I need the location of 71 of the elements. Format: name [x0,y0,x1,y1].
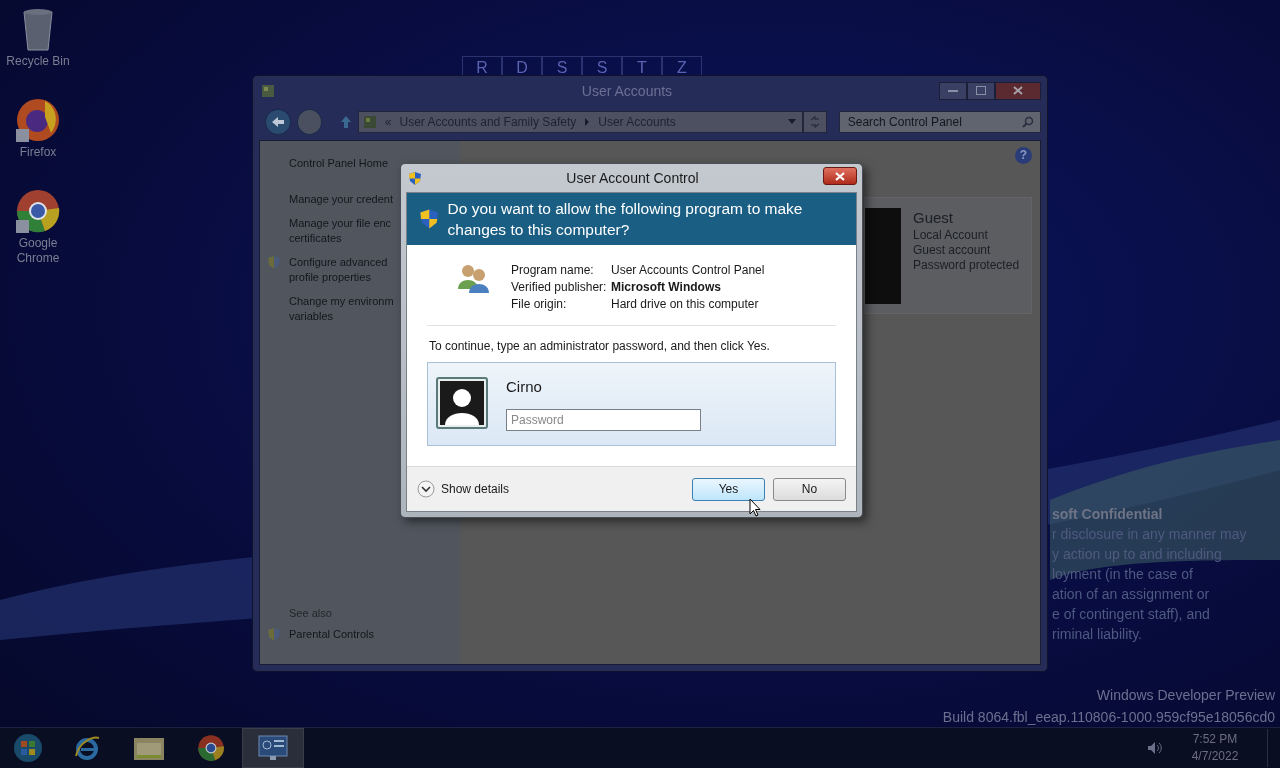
shield-icon [267,627,281,642]
users-icon [457,263,491,293]
minimize-button[interactable] [939,81,967,100]
window-title: User Accounts [580,82,674,99]
close-icon [1013,86,1023,95]
info-value: Hard drive on this computer [611,297,760,312]
user-avatar-icon [436,377,488,429]
dialog-question: Do you want to allow the following program to make changes to this computer? [447,199,804,240]
instruction-text: To continue, type an administrator password, and then click Yes. [429,339,771,353]
confidential-notice-title: soft Confidential [1052,505,1164,524]
confidential-notice-text: e of contingent staff), and [1052,605,1211,624]
maximize-button[interactable] [967,81,995,100]
chrome-icon[interactable] [15,188,61,234]
sidebar-link[interactable]: Control Panel Home [289,156,389,171]
password-field[interactable]: Password [506,408,701,431]
desktop-icon-label[interactable]: Google Chrome [4,236,72,266]
yes-button[interactable]: Yes [692,477,765,501]
no-button[interactable]: No [773,477,846,501]
sidebar-link[interactable]: Change my environm variables [289,294,394,324]
build-number-text: Build 8064.fbl_eeap.110806-1000.959cf95e18056cd0 [942,708,1275,727]
info-value: Microsoft Windows [611,280,722,295]
desktop-icon-label[interactable]: Recycle Bin [4,54,72,69]
help-button[interactable]: ? [1015,147,1032,164]
refresh-arrows-icon [808,115,821,128]
address-overflow[interactable]: « [384,114,392,129]
sidebar-link[interactable]: Parental Controls [289,627,374,642]
account-detail: Password protected [913,258,1020,273]
control-panel-icon [362,114,377,129]
back-arrow-icon [270,115,285,128]
volume-icon[interactable] [1147,741,1163,755]
maximize-icon [976,86,986,95]
confidential-notice-text: loyment (in the case of [1052,565,1194,584]
recycle-bin-icon[interactable] [20,6,56,52]
taskbar-button[interactable] [242,728,304,768]
sidebar-link[interactable]: Manage your file enc certificates [289,216,392,246]
account-detail: Guest account [913,243,992,258]
breadcrumb-separator-icon [584,117,591,126]
control-panel-icon [258,735,288,761]
windows-logo-icon [13,733,43,763]
sidebar-link[interactable]: Manage your credent [289,192,393,207]
confidential-notice-text: riminal liability. [1052,625,1143,644]
close-button[interactable] [823,167,857,185]
user-name: Cirno [506,377,543,395]
clock[interactable]: 7:52 PM 4/7/2022 [1183,731,1247,765]
account-name: Guest [913,208,955,228]
firefox-icon[interactable] [15,97,61,143]
dialog-title: User Account Control [565,170,700,186]
info-label: Program name: [511,263,595,278]
chevron-icon [417,480,435,498]
account-detail: Local Account [913,228,989,243]
close-button[interactable] [995,81,1041,100]
folder-icon [133,735,165,761]
account-card[interactable]: Guest Local Account Guest account Password protected [864,197,1032,314]
search-icon [1022,115,1034,128]
internet-explorer-icon [73,734,101,762]
chrome-icon [197,734,225,762]
confidential-notice-text: ation of an assignment or [1052,585,1211,604]
info-value: User Accounts Control Panel [611,263,765,278]
close-icon [835,171,845,181]
show-details-toggle[interactable]: Show details [417,480,510,498]
back-button[interactable] [265,108,291,135]
control-panel-icon [261,83,275,98]
shield-icon [267,255,281,270]
info-label: Verified publisher: [511,280,608,295]
shield-icon [408,170,422,186]
sidebar-link[interactable]: Configure advanced profile properties [289,255,388,285]
search-box[interactable]: Search Control Panel [838,110,1041,133]
info-label: File origin: [511,297,568,312]
search-field[interactable]: Search Control Panel [845,113,1022,130]
desktop-icon-label[interactable]: Firefox [4,145,72,160]
watermark-text: Windows Developer Preview [1096,686,1275,705]
